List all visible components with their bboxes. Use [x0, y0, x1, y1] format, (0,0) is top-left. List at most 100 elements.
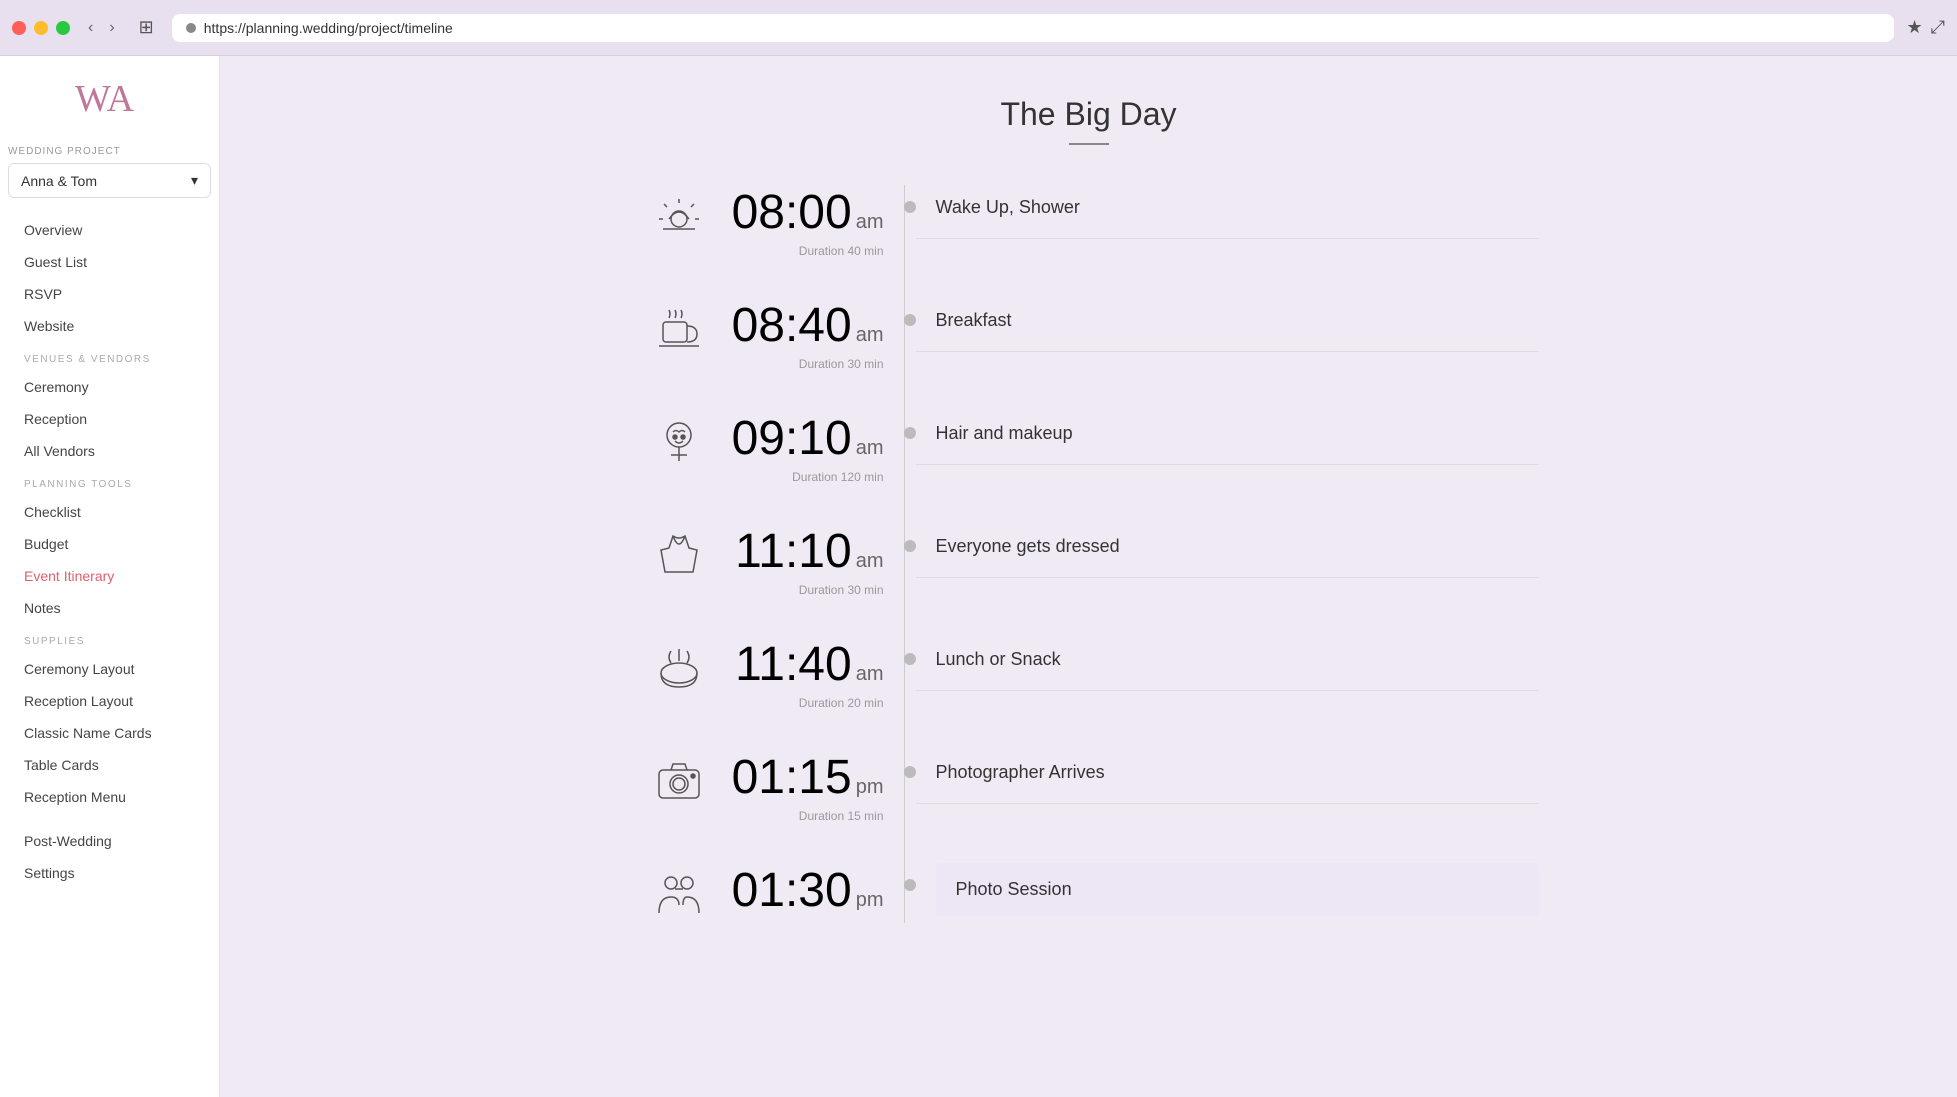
- timeline-event-name-0: Wake Up, Shower: [936, 197, 1539, 218]
- forward-button[interactable]: ›: [103, 17, 120, 39]
- timeline-time-block-3: 11:10am Duration 30 min: [719, 524, 904, 597]
- timeline-event-name-5: Photographer Arrives: [936, 762, 1539, 783]
- sidebar-item-website[interactable]: Website: [0, 310, 219, 342]
- security-icon: [186, 23, 196, 33]
- sidebar-item-budget[interactable]: Budget: [0, 528, 219, 560]
- timeline-item-4: 11:40am Duration 20 min Lunch or Snack: [639, 637, 1539, 710]
- sidebar-item-settings[interactable]: Settings: [0, 857, 219, 889]
- logo-area: WA: [0, 76, 219, 136]
- timeline-event-name-4: Lunch or Snack: [936, 649, 1539, 670]
- sidebar-item-notes[interactable]: Notes: [0, 592, 219, 624]
- timeline-duration-5: Duration 15 min: [719, 809, 884, 823]
- timeline-dot-6: [904, 879, 916, 891]
- timeline-time-block-6: 01:30pm: [719, 863, 904, 922]
- timeline-time-1: 08:40am: [719, 298, 884, 353]
- timeline-duration-4: Duration 20 min: [719, 696, 884, 710]
- sidebar-item-reception-menu[interactable]: Reception Menu: [0, 781, 219, 813]
- timeline-item-5: 01:15pm Duration 15 min Photographer Arr…: [639, 750, 1539, 823]
- venues-vendors-section-label: VENUES & VENDORS: [0, 342, 219, 371]
- timeline-content-2: Hair and makeup: [916, 411, 1539, 465]
- close-button[interactable]: [12, 21, 26, 35]
- timeline-content-1: Breakfast: [916, 298, 1539, 352]
- timeline: 08:00am Duration 40 min Wake Up, Shower: [639, 185, 1539, 923]
- makeup-icon: [639, 411, 719, 471]
- timeline-dot-5: [904, 766, 916, 778]
- timeline-item-2: 09:10am Duration 120 min Hair and makeup: [639, 411, 1539, 484]
- sidebar-toggle-button[interactable]: ⊞: [133, 15, 160, 40]
- page-title: The Big Day: [280, 96, 1897, 133]
- timeline-item-6: 01:30pm Photo Session: [639, 863, 1539, 923]
- sidebar-item-event-itinerary[interactable]: Event Itinerary: [0, 560, 219, 592]
- project-section-label: WEDDING PROJECT: [0, 146, 219, 157]
- sidebar-item-post-wedding[interactable]: Post-Wedding: [0, 825, 219, 857]
- browser-chrome: ‹ › ⊞ https://planning.wedding/project/t…: [0, 0, 1957, 56]
- timeline-content-3: Everyone gets dressed: [916, 524, 1539, 578]
- timeline-time-block-0: 08:00am Duration 40 min: [719, 185, 904, 258]
- main-content: The Big Day: [220, 56, 1957, 1097]
- coffee-icon: [639, 298, 719, 358]
- nav-buttons: ‹ ›: [82, 17, 121, 39]
- project-name: Anna & Tom: [21, 173, 97, 189]
- timeline-event-name-2: Hair and makeup: [936, 423, 1539, 444]
- sidebar-item-all-vendors[interactable]: All Vendors: [0, 435, 219, 467]
- timeline-time-block-5: 01:15pm Duration 15 min: [719, 750, 904, 823]
- sidebar-item-ceremony-layout[interactable]: Ceremony Layout: [0, 653, 219, 685]
- timeline-dot-2: [904, 427, 916, 439]
- timeline-event-name-6: Photo Session: [956, 879, 1519, 900]
- dress-icon: [639, 524, 719, 584]
- timeline-item-3: 11:10am Duration 30 min Everyone gets dr…: [639, 524, 1539, 597]
- timeline-item-1: 08:40am Duration 30 min Breakfast: [639, 298, 1539, 371]
- timeline-dot-4: [904, 653, 916, 665]
- svg-text:WA: WA: [75, 78, 135, 116]
- timeline-duration-0: Duration 40 min: [719, 244, 884, 258]
- timeline-time-3: 11:10am: [719, 524, 884, 579]
- sidebar-item-ceremony[interactable]: Ceremony: [0, 371, 219, 403]
- supplies-section-label: SUPPLIES: [0, 624, 219, 653]
- timeline-event-name-3: Everyone gets dressed: [936, 536, 1539, 557]
- sidebar-item-overview[interactable]: Overview: [0, 214, 219, 246]
- back-button[interactable]: ‹: [82, 17, 99, 39]
- timeline-time-block-1: 08:40am Duration 30 min: [719, 298, 904, 371]
- timeline-time-block-4: 11:40am Duration 20 min: [719, 637, 904, 710]
- expand-button[interactable]: ⤢: [1931, 17, 1945, 38]
- timeline-time-0: 08:00am: [719, 185, 884, 240]
- sidebar-item-classic-name-cards[interactable]: Classic Name Cards: [0, 717, 219, 749]
- timeline-time-5: 01:15pm: [719, 750, 884, 805]
- maximize-button[interactable]: [56, 21, 70, 35]
- logo-icon: WA: [75, 76, 145, 116]
- timeline-dot-1: [904, 314, 916, 326]
- bookmark-button[interactable]: ★: [1906, 17, 1922, 38]
- sunrise-icon: [639, 185, 719, 245]
- timeline-content-4: Lunch or Snack: [916, 637, 1539, 691]
- sidebar-item-checklist[interactable]: Checklist: [0, 496, 219, 528]
- timeline-content-5: Photographer Arrives: [916, 750, 1539, 804]
- camera-icon: [639, 750, 719, 810]
- timeline-time-6: 01:30pm: [719, 863, 884, 918]
- sidebar-item-guest-list[interactable]: Guest List: [0, 246, 219, 278]
- address-bar[interactable]: https://planning.wedding/project/timelin…: [172, 14, 1895, 42]
- people-icon: [639, 863, 719, 923]
- chevron-down-icon: ▾: [191, 172, 198, 189]
- minimize-button[interactable]: [34, 21, 48, 35]
- timeline-dot-3: [904, 540, 916, 552]
- timeline-duration-3: Duration 30 min: [719, 583, 884, 597]
- sidebar: WA WEDDING PROJECT Anna & Tom ▾ Overview…: [0, 56, 220, 1097]
- url-text: https://planning.wedding/project/timelin…: [204, 20, 453, 36]
- app-body: WA WEDDING PROJECT Anna & Tom ▾ Overview…: [0, 56, 1957, 1097]
- sidebar-item-reception-layout[interactable]: Reception Layout: [0, 685, 219, 717]
- timeline-event-name-1: Breakfast: [936, 310, 1539, 331]
- timeline-time-4: 11:40am: [719, 637, 884, 692]
- traffic-lights: [12, 21, 70, 35]
- planning-tools-section-label: PLANNING TOOLS: [0, 467, 219, 496]
- sidebar-item-reception[interactable]: Reception: [0, 403, 219, 435]
- project-select-dropdown[interactable]: Anna & Tom ▾: [8, 163, 211, 198]
- sidebar-item-rsvp[interactable]: RSVP: [0, 278, 219, 310]
- timeline-time-2: 09:10am: [719, 411, 884, 466]
- title-divider: [1069, 143, 1109, 145]
- timeline-dot-0: [904, 201, 916, 213]
- timeline-time-block-2: 09:10am Duration 120 min: [719, 411, 904, 484]
- sidebar-item-table-cards[interactable]: Table Cards: [0, 749, 219, 781]
- timeline-content-0: Wake Up, Shower: [916, 185, 1539, 239]
- page-title-area: The Big Day: [280, 96, 1897, 145]
- food-icon: [639, 637, 719, 697]
